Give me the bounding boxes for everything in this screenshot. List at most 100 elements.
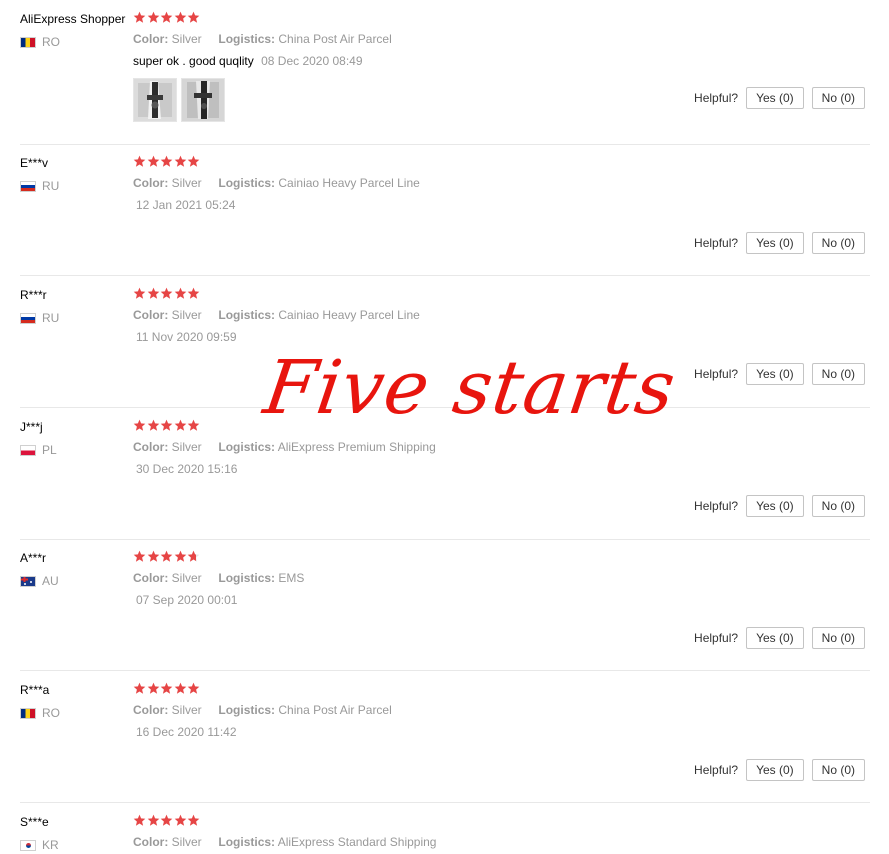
helpful-yes-button[interactable]: Yes (0): [746, 363, 804, 385]
reviewer-name: E***v: [20, 156, 49, 170]
star-icon: [147, 682, 161, 695]
color-key: Color:: [133, 703, 169, 717]
color-value: Silver: [171, 176, 202, 190]
helpful-yes-button[interactable]: Yes (0): [746, 87, 804, 109]
helpful-yes-button[interactable]: Yes (0): [746, 759, 804, 781]
logistics-value: Cainiao Heavy Parcel Line: [278, 176, 420, 190]
review-item: E***v RU Color: Silver Logistics: Cainia…: [20, 155, 870, 276]
review-date: 07 Sep 2020 00:01: [136, 593, 238, 607]
review-meta: Color: Silver Logistics: China Post Air …: [133, 32, 392, 46]
helpful-no-button[interactable]: No (0): [811, 627, 865, 649]
review-content: 07 Sep 2020 00:01: [136, 593, 237, 607]
helpful-no-button[interactable]: No (0): [811, 232, 865, 254]
star-icon: [187, 287, 201, 300]
review-photo-thumbnail[interactable]: [133, 78, 177, 122]
reviewer-name: R***r: [20, 288, 47, 302]
photo-image-icon: [182, 79, 224, 121]
reviewer-name: J***j: [20, 420, 43, 434]
star-rating: [133, 287, 201, 300]
review-content: 30 Dec 2020 15:16: [136, 462, 237, 476]
color-value: Silver: [171, 308, 202, 322]
reviewer-name: S***e: [20, 815, 49, 829]
reviewer-name: A***r: [20, 551, 47, 565]
helpful-no-button[interactable]: No (0): [811, 87, 865, 109]
au-flag-icon: [20, 575, 36, 587]
review-item: R***a RO Color: Silver Logistics: China …: [20, 682, 870, 803]
star-icon: [133, 419, 147, 432]
color-key: Color:: [133, 32, 169, 46]
country-code: RO: [42, 706, 60, 720]
star-icon: [133, 287, 147, 300]
review-meta: Color: Silver Logistics: Cainiao Heavy P…: [133, 176, 420, 190]
logistics-value: China Post Air Parcel: [278, 703, 392, 717]
color-key: Color:: [133, 176, 169, 190]
star-icon: [187, 682, 201, 695]
star-icon: [147, 155, 161, 168]
star-icon: [174, 11, 188, 24]
color-value: Silver: [171, 703, 202, 717]
star-icon: [187, 814, 201, 827]
review-date: 08 Dec 2020 08:49: [261, 54, 363, 68]
review-meta: Color: Silver Logistics: Cainiao Heavy P…: [133, 308, 420, 322]
helpful-controls: Helpful? Yes (0) No (0): [694, 759, 865, 781]
reviewer-country: RO: [20, 706, 60, 720]
star-icon: [174, 287, 188, 300]
logistics-key: Logistics:: [218, 176, 276, 190]
helpful-yes-button[interactable]: Yes (0): [746, 627, 804, 649]
logistics-value: China Post Air Parcel: [278, 32, 392, 46]
reviewer-country: PL: [20, 443, 57, 457]
country-code: RU: [42, 179, 60, 193]
review-item: J***j PL Color: Silver Logistics: AliExp…: [20, 419, 870, 540]
reviewer-name: R***a: [20, 683, 50, 697]
reviewer-name: AliExpress Shopper: [20, 12, 126, 26]
review-meta: Color: Silver Logistics: AliExpress Prem…: [133, 440, 436, 454]
star-icon: [160, 11, 174, 24]
review-item: R***r RU Color: Silver Logistics: Cainia…: [20, 287, 870, 408]
star-rating: [133, 419, 201, 432]
review-date: 12 Jan 2021 05:24: [136, 198, 236, 212]
logistics-key: Logistics:: [218, 571, 276, 585]
helpful-no-button[interactable]: No (0): [811, 759, 865, 781]
star-icon: [160, 419, 174, 432]
star-rating: [133, 11, 201, 24]
star-rating: [133, 682, 201, 695]
review-content: 11 Nov 2020 09:59: [136, 330, 237, 344]
star-icon: [174, 814, 188, 827]
ru-flag-icon: [20, 180, 36, 192]
star-icon: [133, 155, 147, 168]
color-key: Color:: [133, 571, 169, 585]
reviewer-country: RO: [20, 35, 60, 49]
star-icon: [187, 419, 201, 432]
logistics-key: Logistics:: [218, 440, 276, 454]
star-icon: [160, 682, 174, 695]
helpful-yes-button[interactable]: Yes (0): [746, 495, 804, 517]
color-key: Color:: [133, 835, 169, 849]
star-icon: [147, 550, 161, 563]
review-photo-thumbnail[interactable]: [181, 78, 225, 122]
review-content: super ok . good quqlity 08 Dec 2020 08:4…: [133, 54, 363, 68]
star-rating: [133, 550, 201, 563]
color-value: Silver: [171, 571, 202, 585]
helpful-yes-button[interactable]: Yes (0): [746, 232, 804, 254]
logistics-key: Logistics:: [218, 703, 276, 717]
ro-flag-icon: [20, 707, 36, 719]
star-icon: [174, 155, 188, 168]
helpful-label: Helpful?: [694, 91, 739, 105]
star-icon: [133, 814, 147, 827]
ru-flag-icon: [20, 312, 36, 324]
helpful-controls: Helpful? Yes (0) No (0): [694, 232, 865, 254]
helpful-label: Helpful?: [694, 763, 739, 777]
color-value: Silver: [171, 835, 202, 849]
logistics-key: Logistics:: [218, 32, 276, 46]
logistics-value: AliExpress Premium Shipping: [277, 440, 436, 454]
pl-flag-icon: [20, 444, 36, 456]
logistics-value: Cainiao Heavy Parcel Line: [278, 308, 420, 322]
helpful-no-button[interactable]: No (0): [811, 363, 865, 385]
helpful-no-button[interactable]: No (0): [811, 495, 865, 517]
review-meta: Color: Silver Logistics: EMS: [133, 571, 304, 585]
review-photos: [133, 78, 229, 122]
review-date: 30 Dec 2020 15:16: [136, 462, 238, 476]
star-icon: [133, 682, 147, 695]
review-content: 12 Jan 2021 05:24: [136, 198, 235, 212]
color-key: Color:: [133, 440, 169, 454]
